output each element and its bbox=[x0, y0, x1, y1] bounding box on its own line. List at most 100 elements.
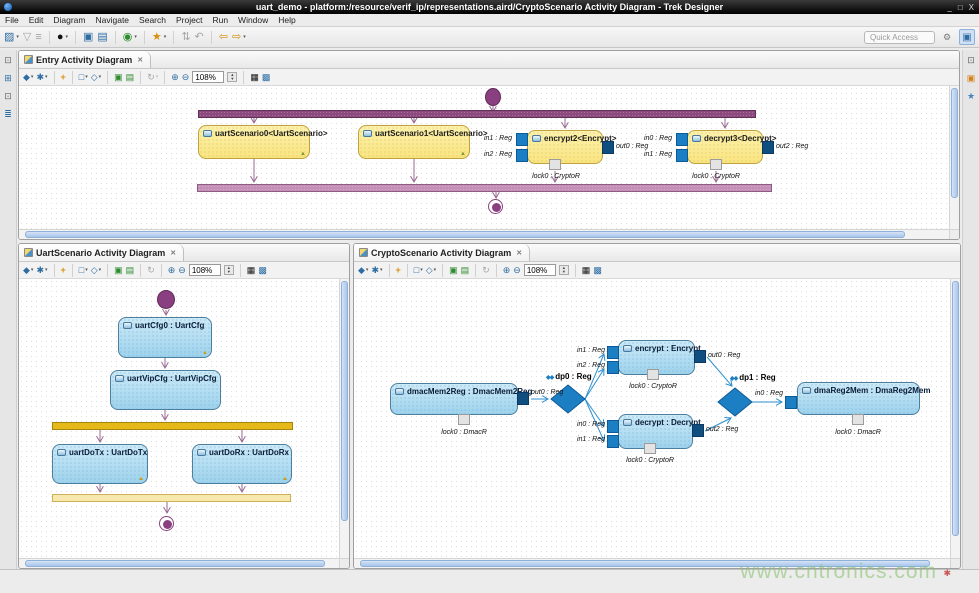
node-dmacMem2Reg[interactable]: dmacMem2Reg : DmacMem2Reg bbox=[390, 383, 518, 415]
tab-entry-activity-diagram[interactable]: Entry Activity Diagram ✕ bbox=[19, 51, 151, 68]
properties-view-icon[interactable]: ★ bbox=[967, 92, 975, 101]
zoom-spinner[interactable]: ▲▼ bbox=[227, 72, 237, 83]
pin-dmacMem2Reg-out0[interactable] bbox=[517, 392, 529, 405]
connector-menu-icon[interactable]: ▾ bbox=[99, 74, 102, 80]
pin-encrypt-out0[interactable] bbox=[694, 350, 706, 363]
zoom-out-icon[interactable]: ⊖ bbox=[513, 266, 521, 275]
shape-menu-icon[interactable]: ▾ bbox=[85, 267, 88, 273]
launch-icon[interactable]: ● bbox=[57, 32, 64, 43]
zoom-spinner[interactable]: ▲▼ bbox=[224, 265, 234, 276]
zoom-in-icon[interactable]: ⊕ bbox=[503, 266, 511, 275]
grid-icon[interactable]: ▩ bbox=[258, 266, 267, 275]
join-bar[interactable] bbox=[52, 494, 291, 502]
copy-image-icon[interactable]: ▤ bbox=[126, 73, 135, 82]
run-menu-icon[interactable]: ▾ bbox=[134, 34, 137, 40]
dp0-label[interactable]: ◆◆dp0 : Reg bbox=[546, 372, 592, 381]
pin-dmacMem2Reg-lock0[interactable] bbox=[458, 414, 470, 425]
scroll-thumb[interactable] bbox=[951, 88, 958, 198]
scroll-thumb[interactable] bbox=[341, 281, 348, 521]
connector-style-icon[interactable]: ◇ bbox=[426, 266, 433, 275]
export-diagram-icon[interactable]: ▣ bbox=[114, 266, 123, 275]
scroll-thumb[interactable] bbox=[25, 231, 905, 238]
pin-decrypt-out2[interactable] bbox=[692, 424, 704, 437]
node-dmaReg2Mem[interactable]: dmaReg2Mem : DmaReg2Mem bbox=[797, 382, 920, 415]
copy-image-icon[interactable]: ▤ bbox=[461, 266, 470, 275]
new-wizard-icon[interactable]: ▨ bbox=[4, 32, 14, 43]
pin-encrypt2-in1[interactable] bbox=[516, 133, 528, 146]
close-tab-icon[interactable]: ✕ bbox=[170, 249, 176, 257]
layers-icon[interactable]: ◆ bbox=[23, 73, 30, 82]
shape-style-icon[interactable]: □ bbox=[79, 73, 84, 82]
menu-navigate[interactable]: Navigate bbox=[90, 15, 134, 25]
menu-help[interactable]: Help bbox=[273, 15, 300, 25]
snapshot-icon[interactable]: ▦ bbox=[247, 266, 256, 275]
filters-menu-icon[interactable]: ▾ bbox=[380, 267, 383, 273]
export-diagram-icon[interactable]: ▣ bbox=[114, 73, 123, 82]
filters-icon[interactable]: ✱ bbox=[36, 73, 44, 82]
zoom-out-icon[interactable]: ⊖ bbox=[182, 73, 190, 82]
model-explorer-icon[interactable]: ⊞ bbox=[4, 74, 12, 83]
copy-image-icon[interactable]: ▤ bbox=[126, 266, 135, 275]
zoom-in-icon[interactable]: ⊕ bbox=[171, 73, 179, 82]
minimize-button[interactable]: _ bbox=[947, 3, 951, 12]
pin-encrypt2-out0[interactable] bbox=[602, 141, 614, 154]
pin-decrypt-lock0[interactable] bbox=[644, 443, 656, 454]
restore-view-icon[interactable]: ⊡ bbox=[4, 92, 12, 101]
open-perspective-icon[interactable]: ⚙ bbox=[939, 29, 955, 45]
zoom-level-input[interactable] bbox=[189, 264, 221, 276]
menu-file[interactable]: File bbox=[0, 15, 24, 25]
menu-edit[interactable]: Edit bbox=[24, 15, 49, 25]
close-tab-icon[interactable]: ✕ bbox=[137, 56, 143, 64]
pin-encrypt-in2[interactable] bbox=[607, 361, 619, 374]
pin-encrypt2-in2[interactable] bbox=[516, 149, 528, 162]
new-wizard-menu-icon[interactable]: ▾ bbox=[16, 34, 19, 40]
fork-bar[interactable] bbox=[198, 110, 756, 118]
scroll-thumb[interactable] bbox=[25, 560, 325, 567]
node-uartCfg0[interactable]: uartCfg0 : UartCfg ▲ bbox=[118, 317, 212, 358]
dp1-label[interactable]: ◆◆dp1 : Reg bbox=[730, 373, 776, 382]
launch-menu-icon[interactable]: ▾ bbox=[65, 34, 68, 40]
pin-decrypt3-in0[interactable] bbox=[676, 133, 688, 146]
node-uartVipCfg[interactable]: uartVipCfg : UartVipCfg bbox=[110, 370, 221, 410]
snapshot-icon[interactable]: ▦ bbox=[582, 266, 591, 275]
report-icon[interactable]: ▤ bbox=[97, 32, 107, 43]
wand-icon[interactable]: ★ bbox=[152, 32, 162, 43]
node-uartDoTx[interactable]: uartDoTx : UartDoTx ▲ bbox=[52, 444, 148, 484]
final-node[interactable] bbox=[159, 516, 174, 531]
snapshot-icon[interactable]: ▦ bbox=[250, 73, 259, 82]
pin-decrypt3-out2[interactable] bbox=[762, 141, 774, 154]
scroll-thumb[interactable] bbox=[952, 281, 959, 536]
node-uartScenario0[interactable]: uartScenario0<UartScenario> ▲ bbox=[198, 125, 310, 159]
uart-diagram-canvas[interactable]: uartCfg0 : UartCfg ▲ uartVipCfg : UartVi… bbox=[19, 279, 339, 558]
close-button[interactable]: X bbox=[969, 3, 974, 12]
shape-style-icon[interactable]: □ bbox=[414, 266, 419, 275]
zoom-in-icon[interactable]: ⊕ bbox=[168, 266, 176, 275]
open-type-icon[interactable]: ▣ bbox=[83, 32, 93, 43]
pin-elements-icon[interactable]: + bbox=[61, 73, 66, 82]
pin-decrypt-in1[interactable] bbox=[607, 435, 619, 448]
node-decrypt3[interactable]: decrypt3<Decrypt> bbox=[687, 130, 763, 164]
grid-icon[interactable]: ▩ bbox=[262, 73, 271, 82]
connector-style-icon[interactable]: ◇ bbox=[91, 266, 98, 275]
layers-menu-icon[interactable]: ▾ bbox=[31, 74, 34, 80]
export-diagram-icon[interactable]: ▣ bbox=[449, 266, 458, 275]
zoom-spinner[interactable]: ▲▼ bbox=[559, 265, 569, 276]
zoom-level-input[interactable] bbox=[524, 264, 556, 276]
initial-node[interactable] bbox=[157, 290, 175, 309]
back-icon[interactable]: ⇦ bbox=[219, 32, 228, 43]
restore-view-icon[interactable]: ⊡ bbox=[967, 56, 975, 65]
pin-decrypt-in0[interactable] bbox=[607, 420, 619, 433]
node-uartDoRx[interactable]: uartDoRx : UartDoRx ▲ bbox=[192, 444, 292, 484]
node-encrypt2[interactable]: encrypt2<Encrypt> bbox=[527, 130, 603, 164]
filters-icon[interactable]: ✱ bbox=[36, 266, 44, 275]
tab-cryptoscenario-activity-diagram[interactable]: CryptoScenario Activity Diagram ✕ bbox=[354, 244, 530, 261]
menu-project[interactable]: Project bbox=[171, 15, 207, 25]
connector-style-icon[interactable]: ◇ bbox=[91, 73, 98, 82]
menu-window[interactable]: Window bbox=[233, 15, 273, 25]
filters-menu-icon[interactable]: ▾ bbox=[45, 74, 48, 80]
join-bar[interactable] bbox=[197, 184, 772, 192]
palette-view-icon[interactable]: ▣ bbox=[967, 74, 976, 83]
pin-dmaReg2Mem-lock0[interactable] bbox=[852, 414, 864, 425]
maximize-button[interactable]: □ bbox=[958, 3, 963, 12]
pin-dmaReg2Mem-in0[interactable] bbox=[785, 396, 797, 409]
